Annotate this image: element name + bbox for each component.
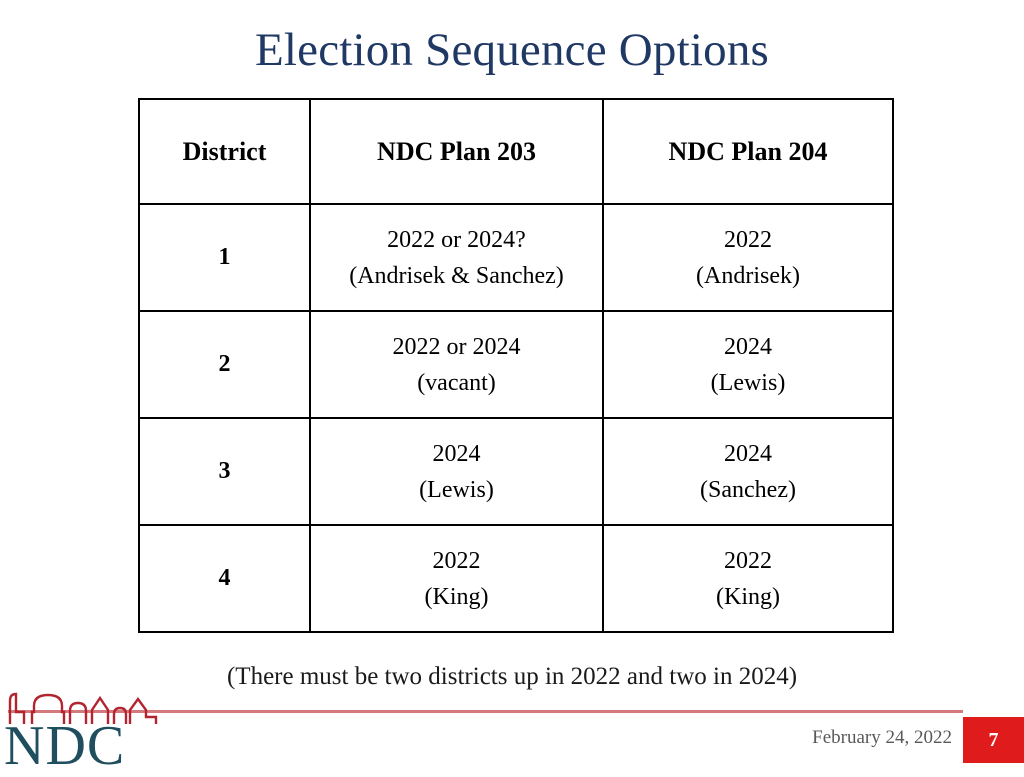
cell-plan-204: 2024 (Lewis) xyxy=(602,310,894,419)
cell-plan-204: 2022 (King) xyxy=(602,524,894,633)
cell-plan-204-incumbent: (Andrisek) xyxy=(696,262,800,289)
footer-date: February 24, 2022 xyxy=(812,727,952,748)
cell-plan-204-year: 2024 xyxy=(724,440,772,467)
page-number-badge: 7 xyxy=(963,717,1024,763)
ndc-wordmark: NDC xyxy=(4,715,126,777)
column-header-ndc-plan-203: NDC Plan 203 xyxy=(309,98,604,205)
table-caption: (There must be two districts up in 2022 … xyxy=(226,663,798,690)
cell-district: 1 xyxy=(138,203,311,312)
cell-plan-204: 2022 (Andrisek) xyxy=(602,203,894,312)
column-header-ndc-plan-204: NDC Plan 204 xyxy=(602,98,894,205)
cell-plan-203-year: 2024 xyxy=(432,440,481,467)
cell-district: 3 xyxy=(138,417,311,526)
cell-plan-203-incumbent: (vacant) xyxy=(417,369,496,396)
table-row: 1 2022 or 2024? (Andrisek & Sanchez) 202… xyxy=(138,203,894,312)
cell-plan-204-year: 2022 xyxy=(724,547,772,574)
cell-plan-203: 2024 (Lewis) xyxy=(309,417,604,526)
column-header-district: District xyxy=(138,98,311,205)
election-sequence-table: District NDC Plan 203 NDC Plan 204 1 202… xyxy=(138,98,894,633)
cell-plan-203-incumbent: (Andrisek & Sanchez) xyxy=(349,262,564,289)
ndc-logo: NDC xyxy=(4,692,172,774)
cell-plan-203: 2022 or 2024 (vacant) xyxy=(309,310,604,419)
table-header-row: District NDC Plan 203 NDC Plan 204 xyxy=(138,98,894,205)
cell-plan-203: 2022 (King) xyxy=(309,524,604,633)
page-number-label: 7 xyxy=(988,729,999,751)
table-row: 2 2022 or 2024 (vacant) 2024 (Lewis) xyxy=(138,310,894,419)
cell-plan-204-incumbent: (Lewis) xyxy=(710,369,786,396)
table-row: 4 2022 (King) 2022 (King) xyxy=(138,524,894,633)
table-row: 3 2024 (Lewis) 2024 (Sanchez) xyxy=(138,417,894,526)
cell-plan-204: 2024 (Sanchez) xyxy=(602,417,894,526)
cell-plan-203-year: 2022 or 2024? xyxy=(387,226,526,253)
cell-plan-204-year: 2022 xyxy=(724,226,772,253)
cell-district: 4 xyxy=(138,524,311,633)
cell-plan-203-incumbent: (King) xyxy=(424,583,489,610)
cell-plan-204-year: 2024 xyxy=(724,333,772,360)
cell-district: 2 xyxy=(138,310,311,419)
cell-plan-203-year: 2022 xyxy=(432,547,481,574)
cell-plan-203-incumbent: (Lewis) xyxy=(419,476,494,503)
cell-plan-203-year: 2022 or 2024 xyxy=(392,333,521,360)
cell-plan-204-incumbent: (Sanchez) xyxy=(700,476,796,503)
cell-plan-203: 2022 or 2024? (Andrisek & Sanchez) xyxy=(309,203,604,312)
cell-plan-204-incumbent: (King) xyxy=(716,583,780,610)
page-title: Election Sequence Options xyxy=(254,24,770,76)
